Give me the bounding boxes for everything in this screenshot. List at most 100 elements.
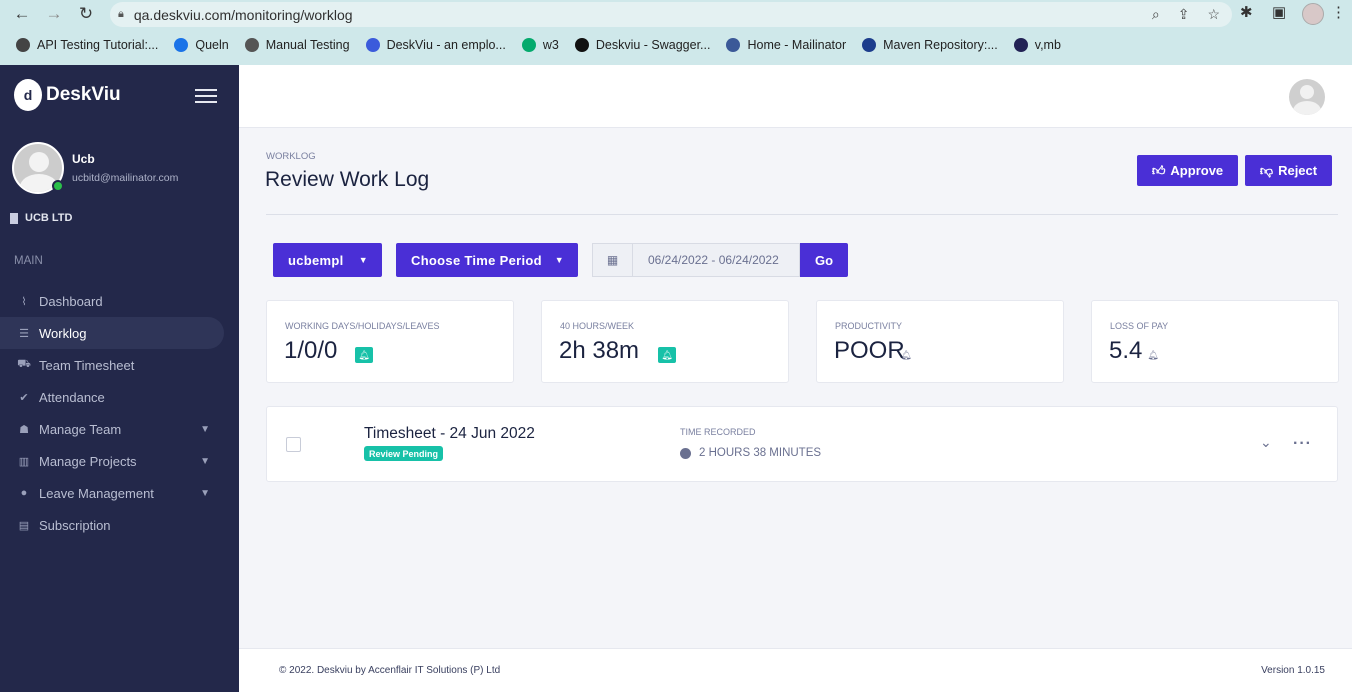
zoom-icon[interactable]: ⌕ xyxy=(1152,6,1160,23)
sidebar-menu: ⌇ Dashboard ☰ Worklog ⛟ Team Timesheet ✔ Attend… xyxy=(0,285,239,541)
bookmark-label: API Testing Tutorial:... xyxy=(37,38,159,52)
chevron-down-icon: ▼ xyxy=(200,423,210,435)
extensions-icon[interactable]: ✱ xyxy=(1240,3,1253,21)
bookmark-item[interactable]: API Testing Tutorial:... xyxy=(16,38,158,52)
sidebar-item-manage-team[interactable]: ☗ Manage Team ▼ xyxy=(0,413,224,445)
bookmark-label: v,mb xyxy=(1034,38,1061,52)
sidebar-item-label: Leave Management xyxy=(39,485,154,501)
sidebar-item-subscription[interactable]: ▤ Subscription xyxy=(0,509,224,541)
chevron-down-icon: ▼ xyxy=(358,255,368,265)
bookmark-item[interactable]: Deskviu - Swagger... xyxy=(574,38,710,52)
queln-bookmark-icon xyxy=(174,38,189,52)
browser-profile-avatar[interactable] xyxy=(1302,3,1324,25)
bookmarks-bar: API Testing Tutorial:... Queln Manual Test… xyxy=(0,34,1061,56)
brand-name: DeskViu xyxy=(46,84,121,105)
menu-section-label: MAIN xyxy=(14,255,43,267)
deskviu-logo-icon: d xyxy=(14,79,42,111)
timesheet-title[interactable]: Timesheet - 24 Jun 2022 xyxy=(364,425,535,443)
stat-label: WORKING DAYS/HOLIDAYS/LEAVES xyxy=(285,321,440,331)
time-recorded-value: 2 HOURS 38 MINUTES xyxy=(680,447,821,459)
header-avatar[interactable] xyxy=(1289,79,1325,115)
api-bookmark-icon xyxy=(16,38,30,52)
bookmark-item[interactable]: Manual Testing xyxy=(244,38,350,52)
sidebar-item-label: Team Timesheet xyxy=(39,357,135,373)
team-timesheet-icon: ⛟ xyxy=(17,358,31,370)
stat-card: LOSS OF PAY 5.4 🔔︎ xyxy=(1091,300,1339,383)
address-bar-actions: ⌕ ⇪ ☆ xyxy=(1152,2,1220,27)
bookmark-item[interactable]: Home - Mailinator xyxy=(726,38,846,52)
share-icon[interactable]: ⇪ xyxy=(1178,6,1190,23)
bookmark-label: Maven Repository:... xyxy=(883,38,998,52)
browser-toolbar: ← → ↻ 🔒︎ qa.deskviu.com/monitoring/workl… xyxy=(0,0,1352,29)
time-period-dropdown[interactable]: Choose Time Period ▼ xyxy=(396,243,578,277)
copyright-text: © 2022. Deskviu by Accenflair IT Solutio… xyxy=(279,665,501,676)
menu-icon[interactable]: ⋮ xyxy=(1331,3,1346,21)
time-recorded-text: 2 HOURS 38 MINUTES xyxy=(699,447,822,459)
chevron-down-icon: ▼ xyxy=(200,487,210,499)
bookmark-star-icon[interactable]: ☆ xyxy=(1207,6,1220,23)
forward-icon[interactable]: → xyxy=(44,4,64,24)
approve-label: Approve xyxy=(1170,163,1224,178)
sidebar-item-label: Attendance xyxy=(39,389,105,405)
sidebar-item-dashboard[interactable]: ⌇ Dashboard xyxy=(0,285,224,317)
sidebar-item-manage-projects[interactable]: ▥ Manage Projects ▼ xyxy=(0,445,224,477)
bookmark-item[interactable]: Queln xyxy=(174,38,229,52)
stat-value: POOR xyxy=(834,337,905,364)
back-icon[interactable]: ← xyxy=(12,4,32,24)
reject-button[interactable]: 👎︎ Reject xyxy=(1245,155,1332,186)
bell-icon[interactable]: 🔔︎ xyxy=(897,347,915,363)
bell-icon[interactable]: 🔔︎ xyxy=(355,347,373,363)
user-name: Ucb xyxy=(72,152,95,166)
bell-icon[interactable]: 🔔︎ xyxy=(658,347,676,363)
worklog-icon: ☰ xyxy=(19,327,29,340)
bookmark-item[interactable]: v,mb xyxy=(1013,38,1061,52)
online-status-dot xyxy=(52,180,64,192)
dashboard-icon: ⌇ xyxy=(21,295,27,308)
sidebar-item-label: Dashboard xyxy=(39,293,103,309)
thumbs-down-icon: 👎︎ xyxy=(1259,162,1274,178)
deskviu-bookmark-icon xyxy=(365,38,380,52)
chevron-down-icon: ▼ xyxy=(200,455,210,467)
reload-icon[interactable]: ↻ xyxy=(76,4,96,24)
attendance-icon: ✔ xyxy=(19,391,29,404)
bookmark-item[interactable]: w3 xyxy=(521,38,559,52)
sidebar-item-attendance[interactable]: ✔ Attendance xyxy=(0,381,224,413)
team-icon: ☗ xyxy=(19,423,29,436)
brand-logo[interactable]: d DeskViu xyxy=(14,79,121,111)
user-profile[interactable]: Ucb ucbitd@mailinator.com xyxy=(12,142,178,194)
stat-label: PRODUCTIVITY xyxy=(835,321,903,331)
go-button[interactable]: Go xyxy=(800,243,848,277)
more-options-icon[interactable]: ··· xyxy=(1293,435,1312,453)
sidebar-item-label: Subscription xyxy=(39,517,111,533)
footer: © 2022. Deskviu by Accenflair IT Solutio… xyxy=(239,648,1352,692)
employee-dropdown[interactable]: ucbempl ▼ xyxy=(273,243,382,277)
company-name: UCB LTD xyxy=(10,212,72,224)
bookmark-label: Manual Testing xyxy=(265,38,350,52)
time-recorded-label: TIME RECORDED xyxy=(680,427,756,437)
bookmark-item[interactable]: DeskViu - an emplo... xyxy=(365,38,506,52)
bookmark-item[interactable]: Maven Repository:... xyxy=(862,38,998,52)
side-panel-icon[interactable]: ▣ xyxy=(1272,3,1286,21)
stat-card: PRODUCTIVITY POOR 🔔︎ xyxy=(816,300,1064,383)
timesheet-checkbox[interactable] xyxy=(286,437,301,452)
employee-selected: ucbempl xyxy=(288,252,344,268)
manual-testing-bookmark-icon xyxy=(244,38,259,52)
address-bar[interactable]: 🔒︎ qa.deskviu.com/monitoring/worklog ⌕ ⇪… xyxy=(110,2,1232,27)
calendar-icon[interactable]: ▦ xyxy=(593,244,633,276)
version-text: Version 1.0.15 xyxy=(1261,665,1325,676)
chevron-down-icon: ▼ xyxy=(554,255,564,265)
hamburger-menu-icon[interactable] xyxy=(195,89,217,103)
expand-chevron-icon[interactable]: ⌄ xyxy=(1260,434,1272,451)
mailinator-bookmark-icon xyxy=(726,38,741,52)
swagger-bookmark-icon xyxy=(574,38,589,52)
bookmark-label: DeskViu - an emplo... xyxy=(386,38,506,52)
sidebar-item-team-timesheet[interactable]: ⛟ Team Timesheet xyxy=(0,349,224,381)
bell-icon[interactable]: 🔔︎ xyxy=(1144,347,1162,363)
breadcrumb[interactable]: WORKLOG xyxy=(266,151,316,162)
stat-value: 5.4 xyxy=(1109,337,1143,364)
stat-value: 2h 38m xyxy=(559,337,640,364)
date-range-input[interactable] xyxy=(633,244,799,276)
sidebar-item-leave-management[interactable]: ● Leave Management ▼ xyxy=(0,477,224,509)
approve-button[interactable]: 👍︎ Approve xyxy=(1137,155,1238,186)
sidebar-item-worklog[interactable]: ☰ Worklog xyxy=(0,317,224,349)
